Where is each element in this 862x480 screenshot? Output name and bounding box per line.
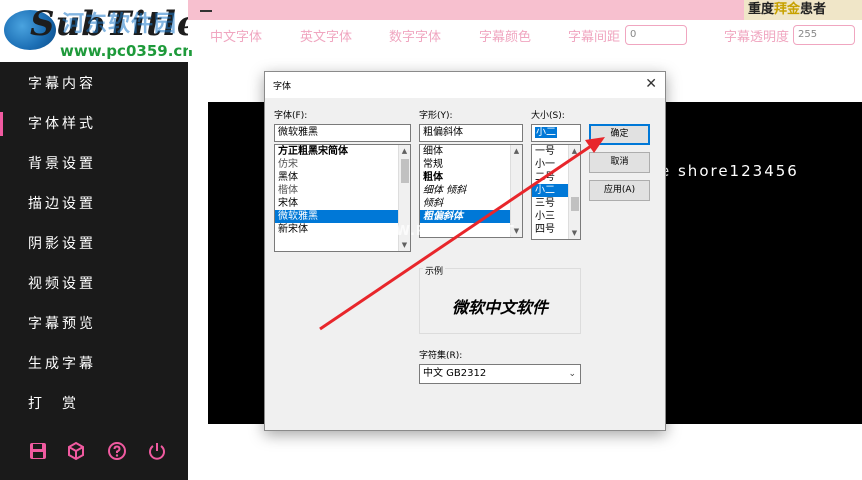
scroll-down-icon[interactable]: ▼ [399,239,410,251]
selected-size-text: 小二 [535,127,557,138]
list-item[interactable]: 倾斜 [420,197,522,210]
charset-label: 字符集(R): [419,351,463,361]
app-window: SubTitle 河东软件园 www.pc0359.cn 字幕内容 字体样式 背… [0,0,862,480]
list-item[interactable]: 微软雅黑 [275,210,410,223]
tab-subtitle-opacity: 字幕透明度 [724,30,790,45]
logo-area: SubTitle 河东软件园 www.pc0359.cn [0,0,199,62]
sidebar-item-stroke[interactable]: 描边设置 [0,184,188,224]
tab-number-font[interactable]: 数字字体 [389,26,441,45]
minimize-icon[interactable] [200,10,212,12]
preview-subtitle-text: e shore123456 [660,162,799,180]
save-icon[interactable] [27,440,49,462]
scroll-thumb[interactable] [401,159,409,183]
list-item[interactable]: 常规 [420,158,522,171]
sidebar-item-preview[interactable]: 字幕预览 [0,304,188,344]
tab-chinese-font[interactable]: 中文字体 [210,26,262,45]
scroll-up-icon[interactable]: ▲ [399,145,410,157]
list-item[interactable]: 方正粗黑宋简体 [275,145,410,158]
watermark-url: www.pc0359.cn [60,42,193,60]
sidebar-item-label: 字幕内容 [28,76,96,92]
sidebar-item-generate[interactable]: 生成字幕 [0,344,188,384]
sample-text: 微软中文软件 [451,298,548,317]
sidebar-item-label: 打 赏 [28,396,79,412]
font-label: 字体(F): [274,111,308,121]
sidebar-item-label: 字幕预览 [28,316,96,332]
sidebar-item-label: 生成字幕 [28,356,96,372]
list-item[interactable]: 细体 倾斜 [420,184,522,197]
sidebar-item-label: 阴影设置 [28,236,96,252]
ok-button[interactable]: 确定 [589,124,650,145]
font-toolbar: 中文字体 英文字体 数字字体 字幕颜色 字幕间距 0 字幕透明度 255 [188,20,862,50]
font-size-input[interactable]: 小二 [531,124,581,142]
promo-banner: 重度拜金患者 [744,0,862,20]
list-item[interactable]: 楷体 [275,184,410,197]
sidebar-item-label: 背景设置 [28,156,96,172]
scroll-up-icon[interactable]: ▲ [569,145,580,157]
banner-text: 重度 [748,2,775,17]
charset-select[interactable]: 中文 GB2312 ⌄ [419,364,581,384]
list-item[interactable]: 仿宋 [275,158,410,171]
tab-english-font[interactable]: 英文字体 [300,26,352,45]
tab-subtitle-spacing: 字幕间距 [568,30,621,45]
cube-icon[interactable] [65,440,87,462]
dialog-title: 字体 [273,82,292,92]
list-item[interactable]: 细体 [420,145,522,158]
tab-subtitle-color[interactable]: 字幕颜色 [479,26,531,45]
sidebar-item-shadow[interactable]: 阴影设置 [0,224,188,264]
chevron-down-icon: ⌄ [568,369,576,379]
sidebar: SubTitle 河东软件园 www.pc0359.cn 字幕内容 字体样式 背… [0,0,199,480]
scroll-thumb[interactable] [571,197,579,211]
style-label: 字形(Y): [419,111,453,121]
list-item[interactable]: 粗偏斜体 [420,210,522,223]
sidebar-item-font-style[interactable]: 字体样式 [0,104,188,144]
banner-text: 金 [787,2,801,17]
sidebar-item-donate[interactable]: 打 赏 [0,384,188,424]
font-name-input[interactable]: 微软雅黑 [274,124,411,142]
font-style-input[interactable]: 粗偏斜体 [419,124,523,142]
sample-label: 示例 [423,264,446,277]
cancel-button[interactable]: 取消 [589,152,650,173]
font-dialog: 字体 ✕ 字体(F): 微软雅黑 方正粗黑宋简体 仿宋 黑体 楷体 宋体 微软雅… [264,71,666,431]
watermark-text: WWW.PC0359.NET [365,224,515,239]
close-icon[interactable]: ✕ [645,76,657,92]
sidebar-item-subtitle-content[interactable]: 字幕内容 [0,64,188,104]
sidebar-item-background[interactable]: 背景设置 [0,144,188,184]
sidebar-item-label: 描边设置 [28,196,96,212]
banner-text: 拜 [774,2,788,17]
scroll-up-icon[interactable]: ▲ [511,145,522,157]
list-item[interactable]: 黑体 [275,171,410,184]
charset-value: 中文 GB2312 [423,368,487,379]
spacing-input[interactable]: 0 [625,25,687,45]
sidebar-item-label: 视频设置 [28,276,96,292]
apply-button[interactable]: 应用(A) [589,180,650,201]
list-item[interactable]: 宋体 [275,197,410,210]
opacity-input[interactable]: 255 [793,25,855,45]
help-icon[interactable] [106,440,128,462]
sidebar-item-label: 字体样式 [28,116,96,132]
size-label: 大小(S): [531,111,565,121]
watermark-site-name: 河东软件园 [62,12,178,37]
sidebar-item-video[interactable]: 视频设置 [0,264,188,304]
dialog-titlebar: 字体 ✕ [265,72,665,98]
bottom-icon-bar [0,436,188,466]
scroll-down-icon[interactable]: ▼ [569,227,580,239]
font-size-list[interactable]: 一号 小一 二号 小二 三号 小三 四号 ▲ ▼ [531,144,581,240]
list-item[interactable]: 粗体 [420,171,522,184]
size-list-scrollbar[interactable]: ▲ ▼ [568,145,580,239]
banner-text: 患者 [800,2,827,17]
power-icon[interactable] [146,440,168,462]
